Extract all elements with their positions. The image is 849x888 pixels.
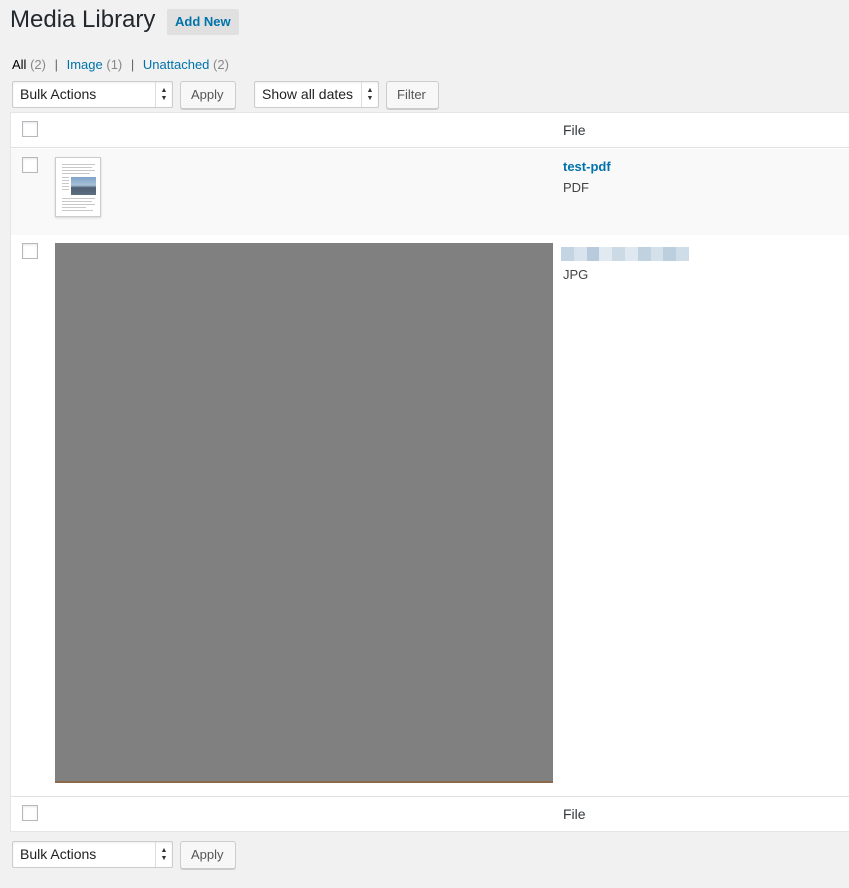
row-checkbox[interactable] [22,243,38,259]
column-header-file[interactable]: File [563,122,586,138]
view-unattached-count: (2) [213,57,229,72]
apply-button-bottom[interactable]: Apply [180,841,236,869]
bulk-actions-label: Bulk Actions [20,846,97,862]
bulk-actions-select-top[interactable]: Bulk Actions ▲ ▼ [12,81,173,108]
select-all-checkbox[interactable] [22,121,38,137]
table-row: test-pdf PDF [11,149,849,235]
add-new-button[interactable]: Add New [167,9,239,35]
table-footer-row: File [11,796,849,831]
view-all-link[interactable]: All [12,57,26,72]
select-arrows-icon: ▲ ▼ [361,82,378,107]
select-all-checkbox-footer[interactable] [22,805,38,821]
column-footer-file[interactable]: File [563,806,586,822]
separator: | [130,57,135,72]
image-thumbnail-icon[interactable] [55,243,553,783]
media-table: File test-pdf PDF JPG File [10,112,849,832]
media-title-link-obscured[interactable] [561,247,689,261]
row-checkbox[interactable] [22,157,38,173]
view-all-count: (2) [30,57,46,72]
bulk-actions-select-bottom[interactable]: Bulk Actions ▲ ▼ [12,841,173,868]
view-image-count: (1) [106,57,123,72]
bulk-actions-label: Bulk Actions [20,86,97,102]
apply-button-top[interactable]: Apply [180,81,236,109]
media-view-filters: All (2) | Image (1) | Unattached (2) [12,57,229,72]
file-type-label: JPG [563,267,589,282]
table-header-row: File [11,113,849,148]
date-filter-select[interactable]: Show all dates ▲ ▼ [254,81,379,108]
pdf-thumbnail-icon[interactable] [55,157,101,217]
select-arrows-icon: ▲ ▼ [155,82,172,107]
file-type-label: PDF [563,180,589,195]
filter-button[interactable]: Filter [386,81,439,109]
date-filter-label: Show all dates [262,86,354,102]
view-image-link[interactable]: Image [67,57,103,72]
separator: | [54,57,58,72]
view-unattached-link[interactable]: Unattached [143,57,210,72]
select-arrows-icon: ▲ ▼ [155,842,172,867]
media-title-link[interactable]: test-pdf [563,159,611,174]
page-title: Media Library [10,6,156,33]
table-row: JPG [11,235,849,796]
